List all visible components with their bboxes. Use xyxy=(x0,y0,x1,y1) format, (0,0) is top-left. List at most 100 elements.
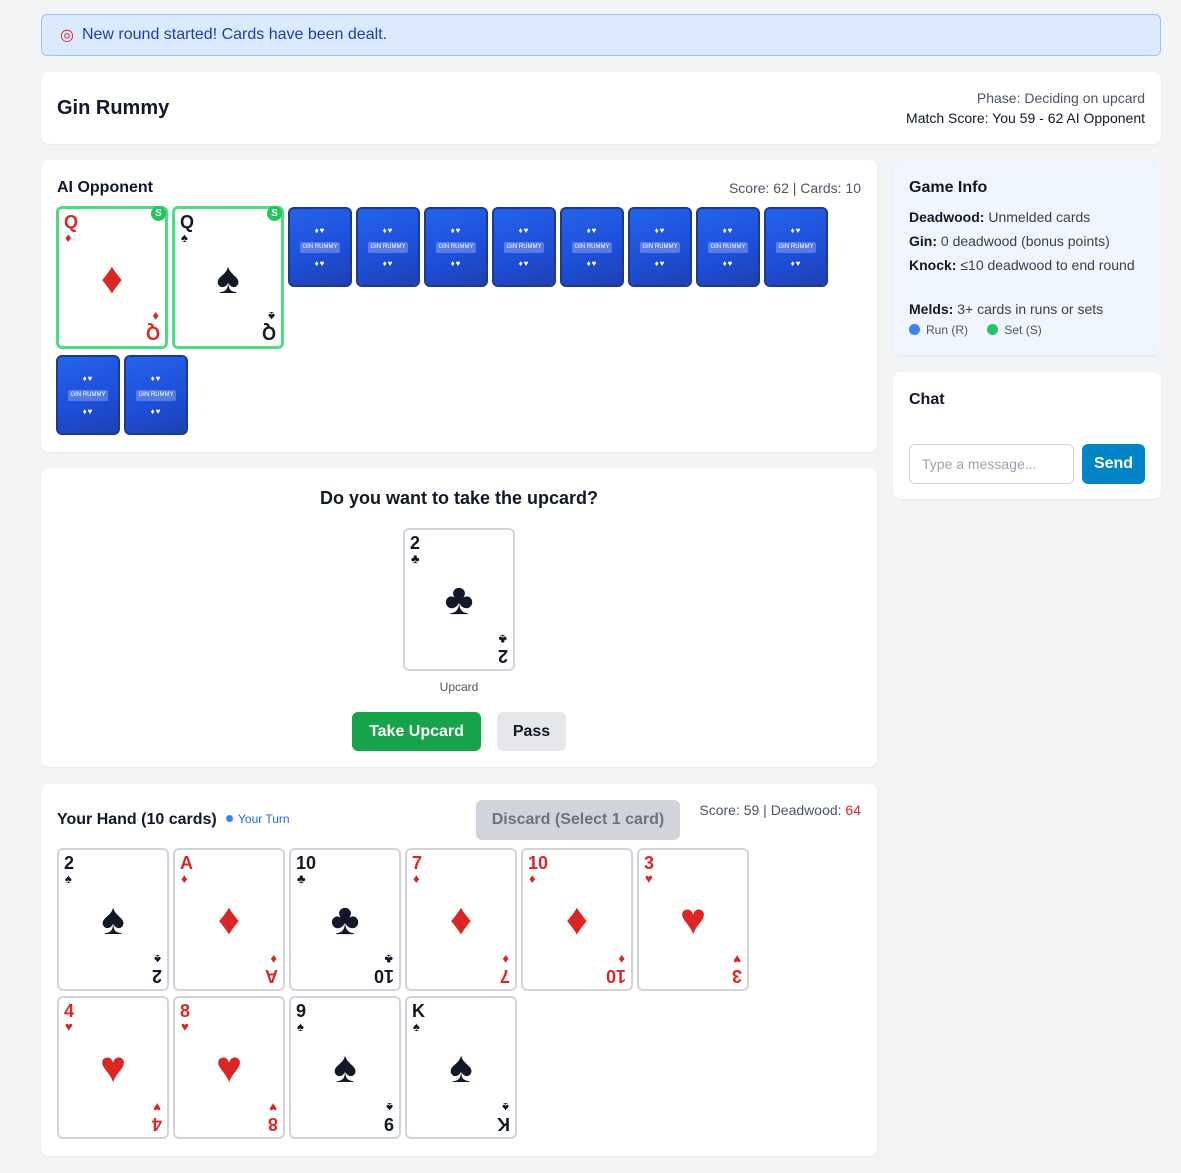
card-back-label: GIN RUMMY xyxy=(300,242,340,253)
legend-run: Run (R) xyxy=(926,323,969,337)
chat-input[interactable] xyxy=(909,444,1074,484)
card-back-label: GIN RUMMY xyxy=(776,242,816,253)
opponent-card[interactable]: Q ♦ ♦ Q ♦ S xyxy=(56,206,168,349)
card-back-pips-icon: ♦♥ xyxy=(586,226,598,235)
card-suit-rotated-icon: ♠ xyxy=(386,1100,393,1115)
opponent-title: AI Opponent xyxy=(57,179,153,196)
card-rank-rotated: Q xyxy=(261,323,276,343)
card-center-suit-icon: ♣ xyxy=(444,575,474,624)
card-suit-rotated-icon: ♠ xyxy=(268,309,275,324)
card-center-suit-icon: ♠ xyxy=(449,1043,473,1092)
upcard-card[interactable]: 2 ♣ ♣ 2 ♣ xyxy=(403,528,515,671)
card-center-suit-icon: ♦ xyxy=(100,254,124,303)
card-rank: 2 xyxy=(410,533,421,553)
card-back: ♦♥ GIN RUMMY ♦♥ xyxy=(424,207,488,287)
card-corner-rotated: 4 ♥ xyxy=(152,1100,162,1134)
card-corner-rotated: 2 ♣ xyxy=(498,632,508,666)
card-back-pips-icon: ♦♥ xyxy=(586,259,598,268)
card-corner-rotated: K ♠ xyxy=(497,1100,510,1134)
card-corner-rotated: 3 ♥ xyxy=(732,952,742,986)
card-rank-rotated: Q xyxy=(145,323,160,343)
card-back: ♦♥ GIN RUMMY ♦♥ xyxy=(764,207,828,287)
card-suit-icon: ♠ xyxy=(297,1019,304,1034)
notification-text: New round started! Cards have been dealt… xyxy=(81,26,388,43)
run-dot-icon xyxy=(909,324,920,336)
card-back-pips-icon: ♦♥ xyxy=(450,259,462,268)
card-center-suit-icon: ♦ xyxy=(565,895,589,944)
card-corner-rotated: Q ♠ xyxy=(262,309,276,343)
card-corner-rotated: 9 ♠ xyxy=(384,1100,394,1134)
hand-score-text: Score: 59 | Deadwood: xyxy=(699,802,846,818)
opponent-card[interactable]: Q ♠ ♠ Q ♠ S xyxy=(172,206,284,349)
hand-card[interactable]: 4 ♥ ♥ 4 ♥ xyxy=(57,996,169,1139)
card-suit-icon: ♥ xyxy=(645,871,653,886)
card-rank-rotated: 10 xyxy=(373,966,394,986)
card-suit-rotated-icon: ♠ xyxy=(154,952,161,967)
discard-button[interactable]: Discard (Select 1 card) xyxy=(476,800,680,840)
match-score: Match Score: You 59 - 62 AI Opponent xyxy=(906,110,1145,126)
card-rank: 7 xyxy=(412,853,423,873)
card-suit-icon: ♣ xyxy=(411,551,420,566)
card-corner-rotated: A ♦ xyxy=(265,952,278,986)
hand-card[interactable]: K ♠ ♠ K ♠ xyxy=(405,996,517,1139)
hand-card[interactable]: 3 ♥ ♥ 3 ♥ xyxy=(637,848,749,991)
card-suit-icon: ♦ xyxy=(413,871,420,886)
game-info-title: Game Info xyxy=(909,179,988,196)
card-back-label: GIN RUMMY xyxy=(572,242,612,253)
target-icon: ◎ xyxy=(60,27,74,44)
card-rank-rotated: A xyxy=(265,966,278,986)
card-back-pips-icon: ♦♥ xyxy=(82,374,94,383)
card-back: ♦♥ GIN RUMMY ♦♥ xyxy=(56,355,120,435)
card-rank-rotated: 3 xyxy=(731,966,742,986)
pass-button[interactable]: Pass xyxy=(497,712,566,751)
send-button[interactable]: Send xyxy=(1082,444,1145,484)
card-corner-rotated: Q ♦ xyxy=(146,309,160,343)
card-back-pips-icon: ♦♥ xyxy=(314,226,326,235)
legend-set: Set (S) xyxy=(1004,323,1042,337)
hand-card[interactable]: 7 ♦ ♦ 7 ♦ xyxy=(405,848,517,991)
card-center-suit-icon: ♦ xyxy=(217,895,241,944)
card-corner-rotated: 10 ♣ xyxy=(374,952,394,986)
card-back: ♦♥ GIN RUMMY ♦♥ xyxy=(560,207,624,287)
card-rank: A xyxy=(180,853,193,873)
card-rank: Q xyxy=(180,212,195,232)
card-suit-rotated-icon: ♥ xyxy=(733,952,741,967)
card-center-suit-icon: ♠ xyxy=(216,254,240,303)
card-back-pips-icon: ♦♥ xyxy=(722,226,734,235)
info-gin: Gin: 0 deadwood (bonus points) xyxy=(909,233,1110,249)
card-back-pips-icon: ♦♥ xyxy=(790,226,802,235)
card-rank-rotated: 2 xyxy=(151,966,162,986)
chat-panel: Chat Send xyxy=(893,372,1161,499)
info-knock: Knock: ≤10 deadwood to end round xyxy=(909,257,1135,273)
card-back-pips-icon: ♦♥ xyxy=(518,226,530,235)
card-rank-rotated: 10 xyxy=(605,966,626,986)
card-center-suit-icon: ♠ xyxy=(333,1043,357,1092)
card-suit-rotated-icon: ♠ xyxy=(502,1100,509,1115)
card-rank-rotated: 4 xyxy=(151,1114,162,1134)
hand-card[interactable]: 10 ♣ ♣ 10 ♣ xyxy=(289,848,401,991)
card-suit-icon: ♦ xyxy=(65,230,72,245)
card-suit-rotated-icon: ♦ xyxy=(502,952,509,967)
hand-card[interactable]: 2 ♠ ♠ 2 ♠ xyxy=(57,848,169,991)
take-upcard-button[interactable]: Take Upcard xyxy=(352,712,481,751)
card-back: ♦♥ GIN RUMMY ♦♥ xyxy=(124,355,188,435)
turn-label: Your Turn xyxy=(238,812,290,826)
card-rank: 4 xyxy=(64,1001,75,1021)
hand-card[interactable]: 9 ♠ ♠ 9 ♠ xyxy=(289,996,401,1139)
card-suit-icon: ♠ xyxy=(181,230,188,245)
card-rank: 10 xyxy=(296,853,317,873)
hand-card[interactable]: 10 ♦ ♦ 10 ♦ xyxy=(521,848,633,991)
opponent-info: Score: 62 | Cards: 10 xyxy=(728,180,861,196)
hand-card[interactable]: 8 ♥ ♥ 8 ♥ xyxy=(173,996,285,1139)
hand-card[interactable]: A ♦ ♦ A ♦ xyxy=(173,848,285,991)
card-back-pips-icon: ♦♥ xyxy=(382,259,394,268)
card-corner-rotated: 10 ♦ xyxy=(606,952,626,986)
card-back-label: GIN RUMMY xyxy=(136,390,176,401)
upcard-question: Do you want to take the upcard? xyxy=(319,488,599,508)
card-back: ♦♥ GIN RUMMY ♦♥ xyxy=(288,207,352,287)
card-back: ♦♥ GIN RUMMY ♦♥ xyxy=(628,207,692,287)
hand-title: Your Hand (10 cards) xyxy=(57,811,217,828)
card-center-suit-icon: ♠ xyxy=(101,895,125,944)
card-rank-rotated: 7 xyxy=(499,966,510,986)
card-corner-rotated: 8 ♥ xyxy=(268,1100,278,1134)
